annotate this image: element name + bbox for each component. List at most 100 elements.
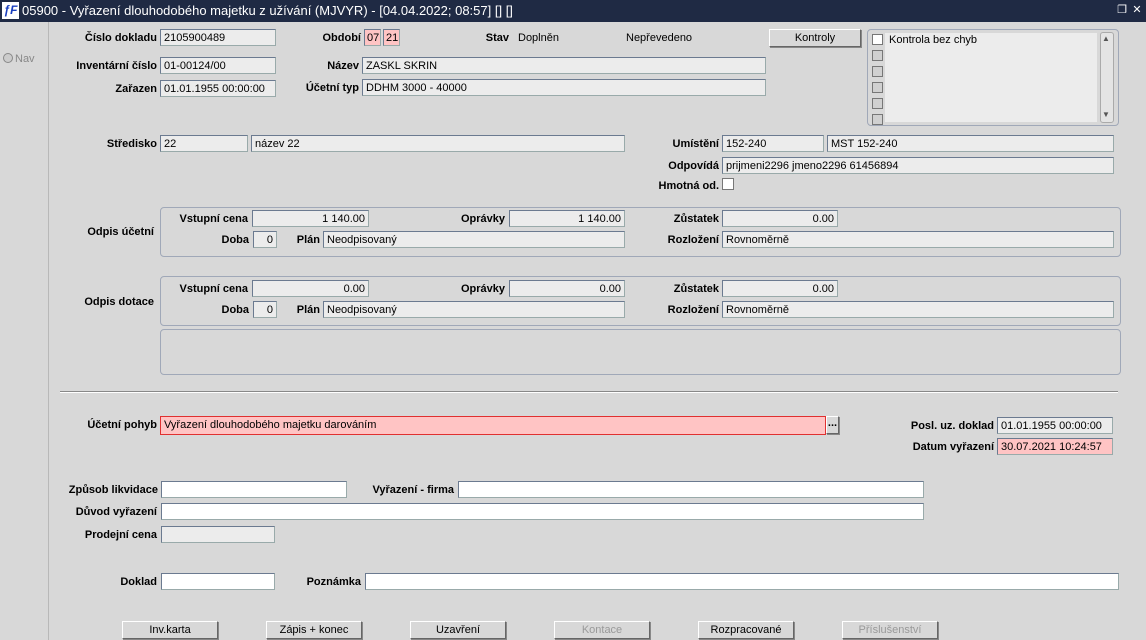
- prodejni-cena-field[interactable]: [161, 526, 275, 543]
- umisteni-code-field[interactable]: 152-240: [722, 135, 824, 152]
- datum-vyrazeni-field[interactable]: 30.07.2021 10:24:57: [997, 438, 1113, 455]
- stav-value: Doplněn: [518, 32, 559, 44]
- duvod-vyrazeni-label: Důvod vyřazení: [75, 506, 157, 518]
- rozpracovane-button[interactable]: Rozpracované: [698, 621, 794, 639]
- vyrazeni-firma-field[interactable]: [458, 481, 924, 498]
- inv-karta-button[interactable]: Inv.karta: [122, 621, 218, 639]
- check-checkbox[interactable]: [872, 50, 883, 61]
- zustatek-field[interactable]: 0.00: [722, 210, 838, 227]
- rozlozeni-label: Rozložení: [667, 304, 719, 316]
- check-checkbox[interactable]: [872, 34, 883, 45]
- zpusob-likvidace-label: Způsob likvidace: [68, 484, 158, 496]
- zarazen-label: Zařazen: [115, 83, 157, 95]
- odpis-ucetni-label: Odpis účetní: [87, 226, 154, 238]
- ucetni-pohyb-field[interactable]: Vyřazení dlouhodobého majetku darováním: [160, 416, 826, 435]
- stredisko-name-field[interactable]: název 22: [251, 135, 625, 152]
- stav-label: Stav: [485, 32, 509, 44]
- close-icon[interactable]: ✕: [1131, 4, 1143, 16]
- zustatek-label: Zůstatek: [673, 213, 719, 225]
- doba-field[interactable]: 0: [253, 231, 277, 248]
- scroll-up-icon[interactable]: ▲: [1102, 34, 1110, 43]
- inventarni-cislo-field[interactable]: 01-00124/00: [160, 57, 276, 74]
- stredisko-code-field[interactable]: 22: [160, 135, 248, 152]
- umisteni-label: Umístění: [672, 138, 719, 150]
- rozlozeni-field[interactable]: Rovnoměrně: [722, 231, 1114, 248]
- opravky-field[interactable]: 0.00: [509, 280, 625, 297]
- posl-uz-doklad-label: Posl. uz. doklad: [910, 420, 994, 432]
- stredisko-label: Středisko: [106, 138, 157, 150]
- zustatek-label: Zůstatek: [673, 283, 719, 295]
- doba-label: Doba: [221, 304, 250, 316]
- doba-label: Doba: [221, 234, 250, 246]
- poznamka-field[interactable]: [365, 573, 1119, 590]
- restore-icon[interactable]: ❐: [1116, 4, 1128, 16]
- vstupni-cena-label: Vstupní cena: [179, 213, 248, 225]
- scrollbar[interactable]: ▲ ▼: [1100, 32, 1114, 123]
- obdobi-year-field[interactable]: 21: [383, 29, 400, 46]
- app-logo-icon: ƒF: [2, 2, 19, 19]
- opravky-label: Oprávky: [460, 283, 505, 295]
- vstupni-cena-field[interactable]: 1 140.00: [252, 210, 369, 227]
- empty-group: [160, 329, 1121, 375]
- rozlozeni-label: Rozložení: [667, 234, 719, 246]
- nav-label: Nav: [15, 53, 35, 65]
- datum-vyrazeni-label: Datum vyřazení: [912, 441, 994, 453]
- obdobi-month-field[interactable]: 07: [364, 29, 381, 46]
- odpovida-label: Odpovídá: [668, 160, 719, 172]
- sidebar: Nav: [0, 22, 49, 640]
- cislo-dokladu-field[interactable]: 2105900489: [160, 29, 276, 46]
- doba-field[interactable]: 0: [253, 301, 277, 318]
- divider: [60, 391, 1118, 393]
- cislo-dokladu-label: Číslo dokladu: [84, 32, 157, 44]
- hmotna-od-checkbox[interactable]: [722, 178, 734, 190]
- prodejni-cena-label: Prodejní cena: [84, 529, 157, 541]
- uzavreni-button[interactable]: Uzavření: [410, 621, 506, 639]
- opravky-field[interactable]: 1 140.00: [509, 210, 625, 227]
- opravky-label: Oprávky: [460, 213, 505, 225]
- check-checkbox[interactable]: [872, 82, 883, 93]
- rozlozeni-field[interactable]: Rovnoměrně: [722, 301, 1114, 318]
- check-checkbox[interactable]: [872, 114, 883, 125]
- zapis-konec-button[interactable]: Zápis + konec: [266, 621, 362, 639]
- doklad-label: Doklad: [120, 576, 157, 588]
- odpis-dotace-label: Odpis dotace: [84, 296, 154, 308]
- plan-label: Plán: [296, 234, 320, 246]
- kontroly-button[interactable]: Kontroly: [769, 29, 861, 47]
- window-title: 05900 - Vyřazení dlouhodobého majetku z …: [22, 3, 513, 18]
- checks-list: Kontrola bez chyb ▲ ▼: [867, 29, 1119, 126]
- duvod-vyrazeni-field[interactable]: [161, 503, 924, 520]
- posl-uz-doklad-field[interactable]: 01.01.1955 00:00:00: [997, 417, 1113, 434]
- ucetni-typ-label: Účetní typ: [305, 82, 359, 94]
- vstupni-cena-field[interactable]: 0.00: [252, 280, 369, 297]
- umisteni-name-field[interactable]: MST 152-240: [827, 135, 1114, 152]
- nav-radio[interactable]: Nav: [3, 53, 35, 65]
- inventarni-cislo-label: Inventární číslo: [76, 60, 157, 72]
- vyrazeni-firma-label: Vyřazení - firma: [372, 484, 454, 496]
- stav-value-2: Nepřevedeno: [626, 32, 693, 44]
- plan-field[interactable]: Neodpisovaný: [323, 231, 625, 248]
- zustatek-field[interactable]: 0.00: [722, 280, 838, 297]
- vstupni-cena-label: Vstupní cena: [179, 283, 248, 295]
- nazev-field[interactable]: ZASKL SKRIN: [362, 57, 766, 74]
- poznamka-label: Poznámka: [306, 576, 361, 588]
- plan-field[interactable]: Neodpisovaný: [323, 301, 625, 318]
- zpusob-likvidace-field[interactable]: [161, 481, 347, 498]
- ucetni-typ-field[interactable]: DDHM 3000 - 40000: [362, 79, 766, 96]
- radio-icon: [3, 53, 13, 63]
- zarazen-field[interactable]: 01.01.1955 00:00:00: [160, 80, 276, 97]
- obdobi-label: Období: [322, 32, 362, 44]
- check-label: Kontrola bez chyb: [889, 34, 978, 46]
- check-checkbox[interactable]: [872, 98, 883, 109]
- prislusenstvi-button[interactable]: Příslušenství: [842, 621, 938, 639]
- title-bar: ƒF 05900 - Vyřazení dlouhodobého majetku…: [0, 0, 1146, 22]
- check-checkbox[interactable]: [872, 66, 883, 77]
- hmotna-od-label: Hmotná od.: [658, 180, 720, 192]
- nazev-label: Název: [327, 60, 359, 72]
- ucetni-pohyb-lov-button[interactable]: ...: [826, 416, 839, 434]
- doklad-field[interactable]: [161, 573, 275, 590]
- scroll-down-icon[interactable]: ▼: [1102, 110, 1110, 119]
- kontace-button[interactable]: Kontace: [554, 621, 650, 639]
- plan-label: Plán: [296, 304, 320, 316]
- odpovida-field[interactable]: prijmeni2296 jmeno2296 61456894: [722, 157, 1114, 174]
- ucetni-pohyb-label: Účetní pohyb: [87, 419, 157, 431]
